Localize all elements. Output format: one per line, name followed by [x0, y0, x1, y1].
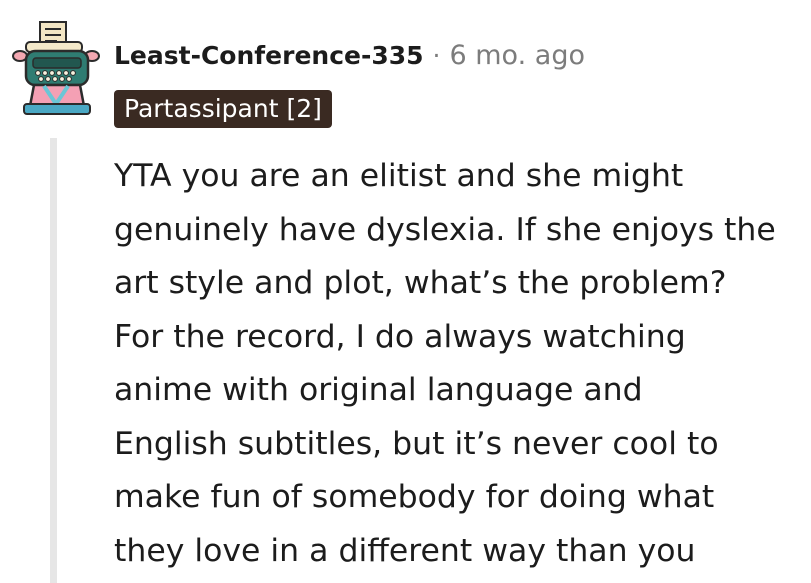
comment-header: Least-Conference-335 · 6 mo. ago [114, 40, 585, 71]
comment-text-line: make fun of somebody for doing what [114, 479, 715, 515]
comment-timestamp[interactable]: 6 mo. ago [450, 40, 585, 71]
comment-text-line: For the record, I do always watching [114, 318, 686, 355]
comment-text-line: genuinely have dyslexia. If she enjoys t… [114, 211, 776, 248]
comment-text-line: art style and plot, what’s the problem? [114, 265, 727, 301]
user-avatar[interactable] [10, 18, 102, 118]
comment-text-line: they love in a different way than you [114, 532, 696, 569]
comment-text-line: YTA you are an elitist and she might [114, 158, 684, 194]
user-flair-badge: Partassipant [2] [114, 90, 332, 128]
author-username[interactable]: Least-Conference-335 [114, 41, 424, 70]
typewriter-avatar-icon [12, 21, 100, 115]
comment-text-line: anime with original language and [114, 372, 643, 408]
comment-body: YTA you are an elitist and she might gen… [114, 150, 804, 578]
meta-separator: · [432, 41, 441, 70]
thread-collapse-line[interactable] [50, 138, 57, 583]
comment-text-line: English subtitles, but it’s never cool t… [114, 425, 719, 462]
